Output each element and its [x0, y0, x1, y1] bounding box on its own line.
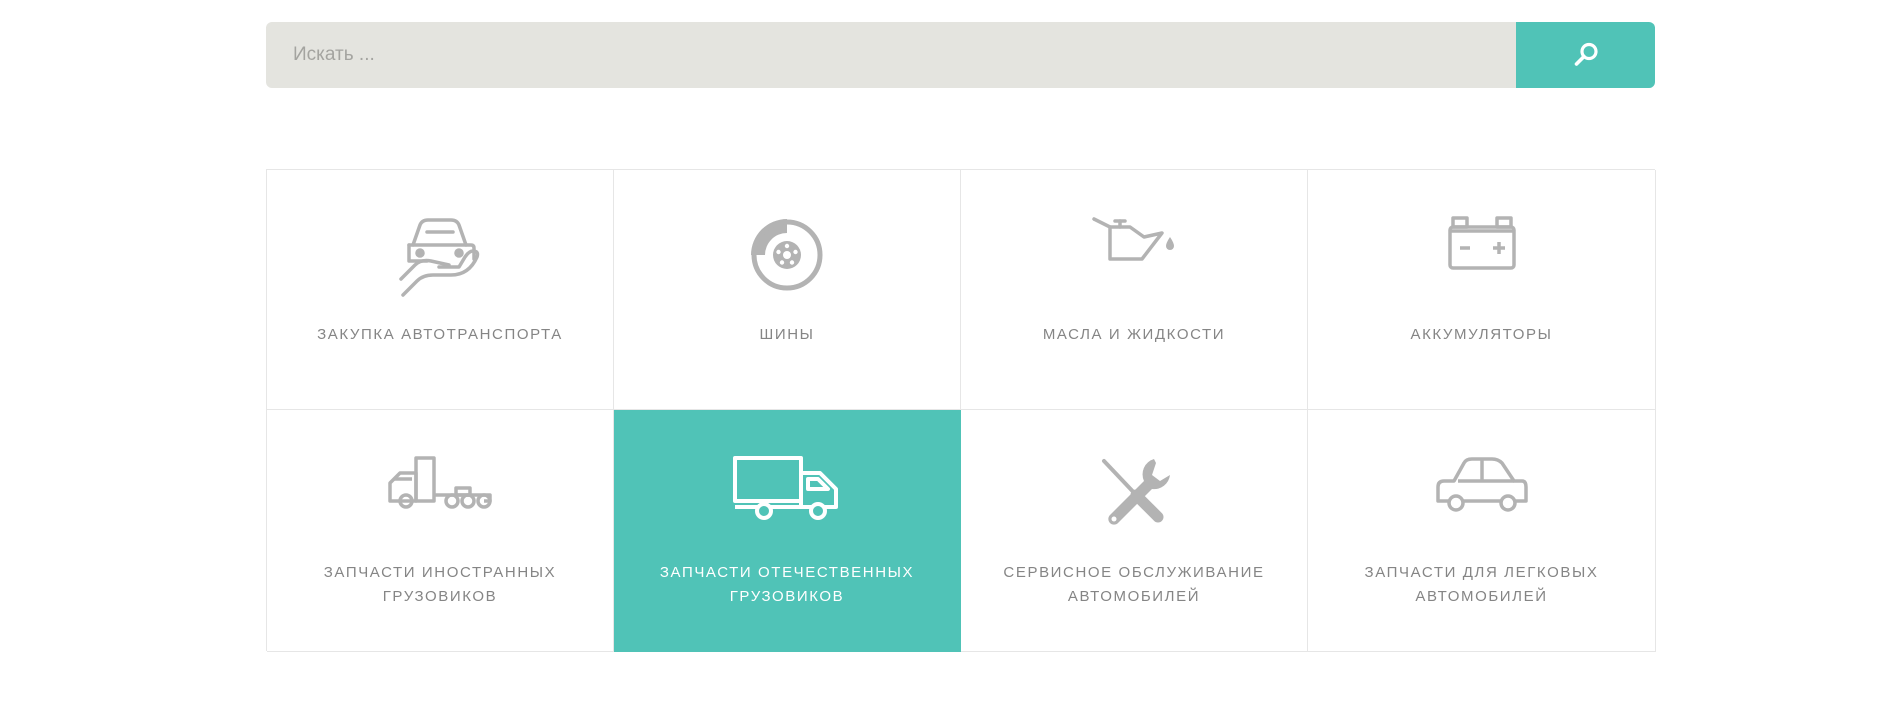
- category-tile-oils[interactable]: Масла и жидкости: [961, 170, 1308, 410]
- category-tile-vehicle-purchase[interactable]: Закупка автотранспорта: [267, 170, 614, 410]
- category-tile-domestic-truck-parts[interactable]: Запчасти отечественных грузовиков: [614, 410, 961, 652]
- category-label: Запчасти отечественных грузовиков: [659, 564, 915, 605]
- search-button[interactable]: [1516, 22, 1655, 88]
- category-label: Сервисное обслуживание автомобилей: [1003, 564, 1265, 605]
- brake-disc-icon: [751, 219, 823, 291]
- search-form: [266, 22, 1655, 88]
- semi-truck-icon: [388, 456, 492, 509]
- category-label: Запчасти иностранных грузовиков: [323, 564, 557, 605]
- search-input[interactable]: [266, 22, 1516, 88]
- search-icon: [1574, 42, 1598, 66]
- category-tile-car-service[interactable]: Сервисное обслуживание автомобилей: [961, 410, 1308, 652]
- category-label: Запчасти для легковых автомобилей: [1364, 564, 1599, 605]
- car-icon: [1435, 457, 1528, 512]
- battery-icon: [1447, 216, 1516, 270]
- category-label: Масла и жидкости: [1042, 326, 1226, 343]
- category-label: Закупка автотранспорта: [317, 326, 563, 343]
- category-tile-foreign-truck-parts[interactable]: Запчасти иностранных грузовиков: [267, 410, 614, 652]
- category-grid: Закупка автотранспорта Шины: [266, 169, 1656, 652]
- category-label: Шины: [759, 326, 815, 343]
- category-tile-passenger-car-parts[interactable]: Запчасти для легковых автомобилей: [1308, 410, 1656, 652]
- category-tile-batteries[interactable]: Аккумуляторы: [1308, 170, 1656, 410]
- category-tile-tires[interactable]: Шины: [614, 170, 961, 410]
- page: Закупка автотранспорта Шины: [0, 0, 1902, 702]
- category-label: Аккумуляторы: [1410, 326, 1553, 343]
- car-in-hand-icon: [399, 218, 480, 297]
- oil-can-icon: [1092, 217, 1174, 261]
- delivery-truck-icon: [733, 456, 838, 520]
- wrench-screwdriver-icon: [1102, 459, 1170, 525]
